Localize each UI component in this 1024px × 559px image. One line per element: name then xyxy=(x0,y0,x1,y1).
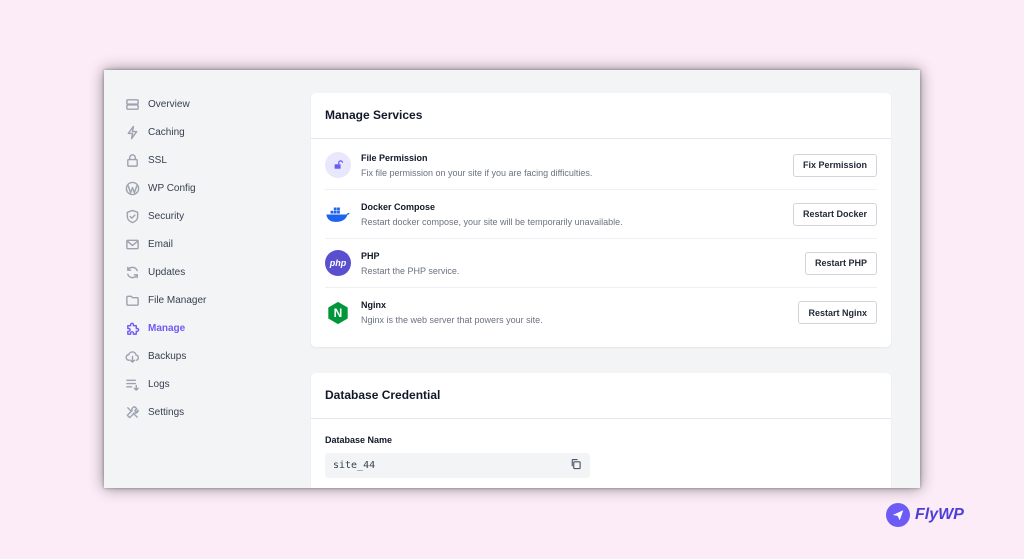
service-description: Restart docker compose, your site will b… xyxy=(361,216,623,227)
php-icon: php xyxy=(325,250,351,276)
sidebar-item-label: Security xyxy=(148,210,185,222)
service-title: PHP xyxy=(361,250,380,261)
puzzle-icon xyxy=(125,321,140,336)
sidebar-item-overview[interactable]: Overview xyxy=(104,90,294,118)
docker-icon xyxy=(325,201,351,227)
unlock-icon xyxy=(325,152,351,178)
sidebar-item-file-manager[interactable]: File Manager xyxy=(104,286,294,314)
service-title: Docker Compose xyxy=(361,201,436,212)
sidebar-item-label: SSL xyxy=(148,154,167,166)
card-title: Database Credential xyxy=(311,373,891,419)
sidebar-item-label: Caching xyxy=(148,126,185,138)
database-name-label: Database Name xyxy=(325,435,393,445)
sidebar-item-label: Backups xyxy=(148,350,187,362)
sidebar-item-label: File Manager xyxy=(148,294,207,306)
sidebar-item-email[interactable]: Email xyxy=(104,230,294,258)
paper-plane-icon xyxy=(886,503,910,527)
mail-icon xyxy=(125,237,140,252)
brand-logo: FlyWP xyxy=(886,503,964,527)
sidebar-item-caching[interactable]: Caching xyxy=(104,118,294,146)
service-description: Fix file permission on your site if you … xyxy=(361,167,593,178)
card-title: Manage Services xyxy=(311,93,891,139)
service-description: Nginx is the web server that powers your… xyxy=(361,315,543,325)
wordpress-icon xyxy=(125,181,140,196)
restart-nginx-button[interactable]: Restart Nginx xyxy=(798,301,877,324)
brand-name: FlyWP xyxy=(915,506,964,523)
service-row-file-permission: File Permission Fix file permission on y… xyxy=(325,141,877,190)
sidebar-item-logs[interactable]: Logs xyxy=(104,370,294,398)
sidebar: Overview Caching SSL WP Config Security … xyxy=(104,90,294,426)
sidebar-item-manage[interactable]: Manage xyxy=(104,314,294,342)
folder-icon xyxy=(125,293,140,308)
server-icon xyxy=(125,97,140,112)
service-row-php: php PHP Restart the PHP service. Restart… xyxy=(325,239,877,288)
shield-icon xyxy=(125,209,140,224)
refresh-icon xyxy=(125,265,140,280)
sidebar-item-backups[interactable]: Backups xyxy=(104,342,294,370)
sidebar-item-updates[interactable]: Updates xyxy=(104,258,294,286)
tools-icon xyxy=(125,405,140,420)
lock-icon xyxy=(125,153,140,168)
sidebar-item-label: WP Config xyxy=(148,182,196,194)
sidebar-item-security[interactable]: Security xyxy=(104,202,294,230)
list-icon xyxy=(125,377,140,392)
sidebar-item-label: Settings xyxy=(148,406,185,418)
sidebar-item-wp-config[interactable]: WP Config xyxy=(104,174,294,202)
service-title: File Permission xyxy=(361,152,428,163)
manage-services-card: Manage Services File Permission Fix file… xyxy=(311,93,891,347)
service-row-nginx: N Nginx Nginx is the web server that pow… xyxy=(325,288,877,337)
app-window: Overview Caching SSL WP Config Security … xyxy=(104,70,920,488)
database-credential-card: Database Credential Database Name site_4… xyxy=(311,373,891,488)
restart-php-button[interactable]: Restart PHP xyxy=(804,251,877,275)
service-row-docker-compose: Docker Compose Restart docker compose, y… xyxy=(325,190,877,239)
restart-docker-button[interactable]: Restart Docker xyxy=(792,202,877,226)
nginx-icon: N xyxy=(325,300,351,326)
nginx-icon-letter: N xyxy=(333,305,343,320)
sidebar-item-settings[interactable]: Settings xyxy=(104,398,294,426)
cloud-download-icon xyxy=(125,349,140,364)
fix-permission-button[interactable]: Fix Permission xyxy=(792,153,877,177)
service-description: Restart the PHP service. xyxy=(361,265,460,276)
sidebar-item-label: Overview xyxy=(148,98,190,110)
copy-icon[interactable] xyxy=(570,457,582,475)
sidebar-item-label: Email xyxy=(148,238,174,250)
service-title: Nginx xyxy=(361,300,387,310)
database-name-value: site_44 xyxy=(333,460,376,471)
bolt-icon xyxy=(125,125,140,140)
database-name-field: site_44 xyxy=(325,453,590,478)
sidebar-item-label: Updates xyxy=(148,266,186,278)
sidebar-item-label: Logs xyxy=(148,378,170,390)
sidebar-item-label: Manage xyxy=(148,322,186,334)
sidebar-item-ssl[interactable]: SSL xyxy=(104,146,294,174)
